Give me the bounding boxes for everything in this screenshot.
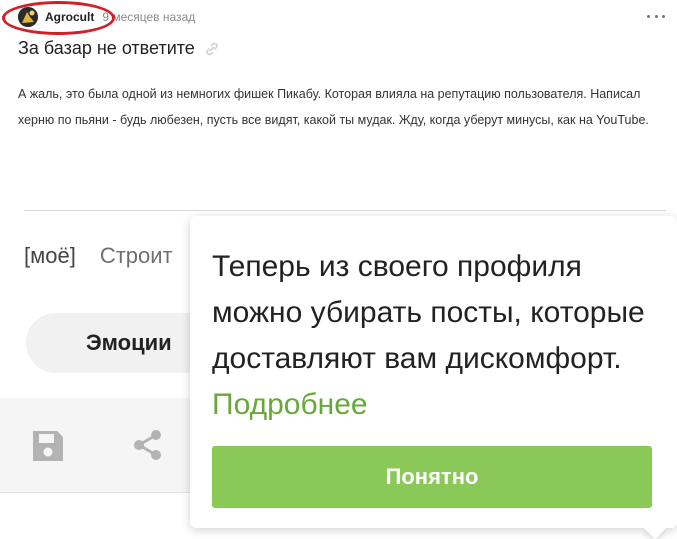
tag-build[interactable]: Строит — [100, 243, 173, 269]
emotions-label: Эмоции — [86, 330, 172, 355]
info-popup: Теперь из своего профиля можно убирать п… — [190, 216, 677, 539]
divider — [24, 210, 666, 211]
post-body: А жаль, это была одной из немногих фишек… — [18, 87, 649, 127]
popup-text: Теперь из своего профиля можно убирать п… — [212, 244, 652, 428]
post-title-row: За базар не ответите — [18, 38, 219, 59]
more-options-button[interactable] — [647, 10, 665, 22]
author-name[interactable]: Agrocult — [45, 10, 94, 24]
more-dots-icon — [647, 14, 650, 18]
tags-row: [моё] Строит — [24, 243, 197, 269]
post-time: 9 месяцев назад — [102, 10, 196, 24]
post-header: Agrocult 9 месяцев назад — [18, 6, 195, 28]
more-dots-icon — [662, 14, 665, 18]
link-icon[interactable] — [205, 42, 219, 56]
save-icon[interactable] — [30, 428, 66, 464]
avatar-image — [18, 7, 38, 27]
post-title[interactable]: За базар не ответите — [18, 38, 195, 59]
popup-ok-button[interactable]: Понятно — [212, 446, 652, 508]
share-icon[interactable] — [131, 428, 165, 462]
popup-message: Теперь из своего профиля можно убирать п… — [212, 250, 645, 375]
author-avatar[interactable] — [18, 7, 38, 27]
more-dots-icon — [654, 14, 658, 18]
page: Agrocult 9 месяцев назад За базар не отв… — [0, 0, 677, 539]
popup-more-link[interactable]: Подробнее — [212, 388, 368, 421]
tag-moe[interactable]: [моё] — [24, 243, 76, 269]
